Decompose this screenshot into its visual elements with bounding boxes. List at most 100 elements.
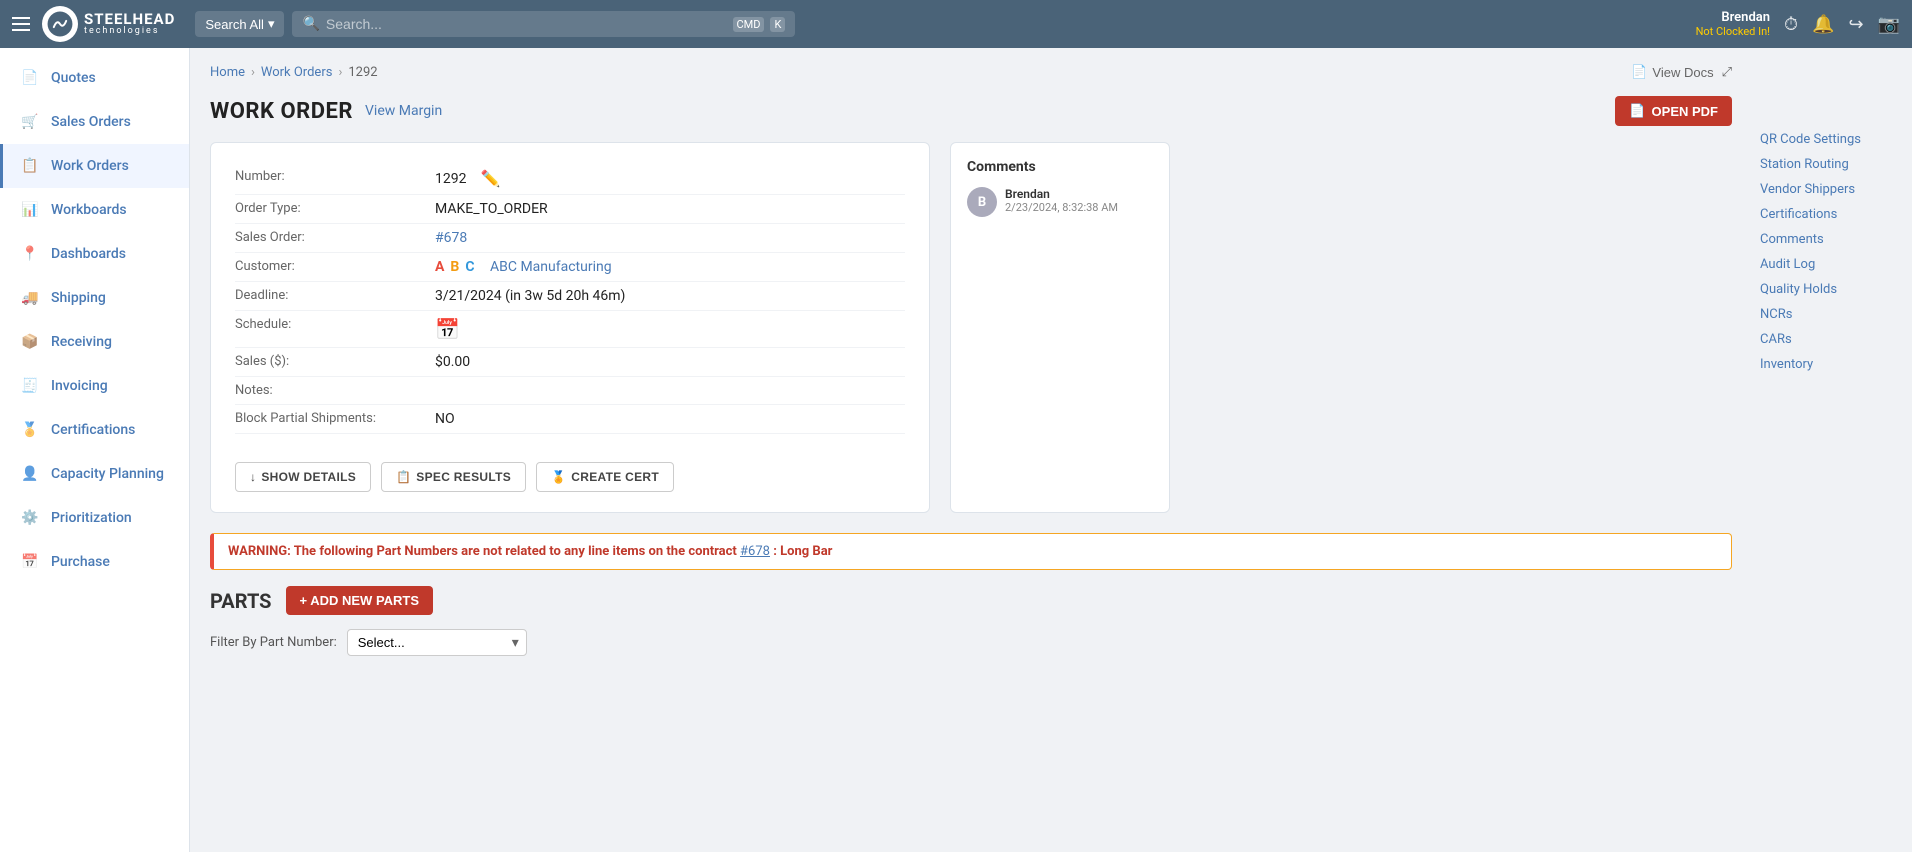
link-cars[interactable]: CARs	[1752, 328, 1912, 351]
warning-bar: WARNING: The following Part Numbers are …	[210, 533, 1732, 570]
wo-block: NO	[435, 411, 455, 427]
filter-label: Filter By Part Number:	[210, 635, 337, 650]
breadcrumb-home[interactable]: Home	[210, 65, 245, 80]
sales-order-link[interactable]: #678	[435, 230, 467, 246]
wo-deadline: 3/21/2024 (in 3w 5d 20h 46m)	[435, 288, 625, 304]
filter-row: Filter By Part Number: Select...	[210, 629, 1732, 656]
view-docs-button[interactable]: 📄 View Docs	[1631, 64, 1713, 80]
sidebar-item-prioritization[interactable]: ⚙️ Prioritization	[0, 496, 189, 540]
logo-text: STEELHEAD technologies	[84, 11, 175, 37]
sidebar-item-certifications[interactable]: 🏅 Certifications	[0, 408, 189, 452]
wo-sales: $0.00	[435, 354, 470, 370]
comment-time: 2/23/2024, 8:32:38 AM	[1005, 201, 1118, 214]
work-orders-icon: 📋	[19, 155, 41, 177]
logo: STEELHEAD technologies	[42, 6, 175, 42]
sidebar-item-dashboards[interactable]: 📍 Dashboards	[0, 232, 189, 276]
timer-icon[interactable]: ⏱	[1784, 14, 1798, 35]
link-qr-code-settings[interactable]: QR Code Settings	[1752, 128, 1912, 151]
search-box: 🔍 CMD K	[292, 11, 795, 37]
sidebar-item-capacity-planning[interactable]: 👤 Capacity Planning	[0, 452, 189, 496]
bell-icon[interactable]: 🔔	[1812, 14, 1834, 35]
sidebar-item-work-orders[interactable]: 📋 Work Orders	[0, 144, 189, 188]
wo-order-type: MAKE_TO_ORDER	[435, 201, 548, 217]
sidebar-item-sales-orders[interactable]: 🛒 Sales Orders	[0, 100, 189, 144]
comment-item: B Brendan 2/23/2024, 8:32:38 AM	[967, 187, 1153, 217]
breadcrumb-actions: 📄 View Docs ⤢	[1631, 64, 1732, 80]
user-name: Brendan	[1696, 10, 1770, 25]
app-body: 📄 Quotes 🛒 Sales Orders 📋 Work Orders 📊 …	[0, 48, 1912, 852]
wo-number: 1292	[435, 171, 466, 187]
warning-text-post: : Long Bar	[773, 544, 832, 559]
work-order-card: Number: 1292 ✏️ Order Type: MAKE_TO_ORDE…	[210, 142, 930, 513]
wo-actions: ↓ SHOW DETAILS 📋 SPEC RESULTS 🏅 CREATE C…	[235, 450, 905, 492]
sidebar-item-quotes[interactable]: 📄 Quotes	[0, 56, 189, 100]
wo-sales-order-row: Sales Order: #678	[235, 224, 905, 253]
create-cert-button[interactable]: 🏅 CREATE CERT	[536, 462, 674, 492]
link-inventory[interactable]: Inventory	[1752, 353, 1912, 376]
sidebar-item-shipping[interactable]: 🚚 Shipping	[0, 276, 189, 320]
add-parts-button[interactable]: + ADD NEW PARTS	[286, 586, 434, 615]
link-comments[interactable]: Comments	[1752, 228, 1912, 251]
breadcrumb-sep-2: ›	[338, 65, 342, 80]
customer-logo: A	[435, 259, 444, 275]
page-header: WORK ORDER View Margin 📄 OPEN PDF	[210, 96, 1732, 126]
search-all-button[interactable]: Search All ▾	[195, 11, 284, 37]
prioritization-icon: ⚙️	[19, 507, 41, 529]
parts-header: PARTS + ADD NEW PARTS	[210, 586, 1732, 615]
warning-text-pre: WARNING: The following Part Numbers are …	[228, 544, 740, 559]
nav-right: Brendan Not Clocked In! ⏱ 🔔 ↪ 📷	[1696, 10, 1900, 38]
link-certifications[interactable]: Certifications	[1752, 203, 1912, 226]
search-input[interactable]	[326, 16, 727, 32]
logout-icon[interactable]: ↪	[1848, 14, 1863, 35]
breadcrumb-work-orders[interactable]: Work Orders	[261, 65, 333, 80]
open-pdf-button[interactable]: 📄 OPEN PDF	[1615, 96, 1732, 126]
expand-icon[interactable]: ⤢	[1722, 65, 1732, 80]
dashboards-icon: 📍	[19, 243, 41, 265]
quotes-icon: 📄	[19, 67, 41, 89]
wo-sales-row: Sales ($): $0.00	[235, 348, 905, 377]
sidebar-item-receiving[interactable]: 📦 Receiving	[0, 320, 189, 364]
comment-author: Brendan	[1005, 187, 1118, 201]
shipping-icon: 🚚	[19, 287, 41, 309]
link-vendor-shippers[interactable]: Vendor Shippers	[1752, 178, 1912, 201]
capacity-planning-icon: 👤	[19, 463, 41, 485]
docs-icon: 📄	[1631, 64, 1647, 80]
certifications-icon: 🏅	[19, 419, 41, 441]
sidebar-item-workboards[interactable]: 📊 Workboards	[0, 188, 189, 232]
page-title: WORK ORDER	[210, 99, 353, 124]
show-details-button[interactable]: ↓ SHOW DETAILS	[235, 462, 371, 492]
customer-link[interactable]: ABC Manufacturing	[490, 259, 612, 275]
view-margin-link[interactable]: View Margin	[365, 103, 442, 119]
link-station-routing[interactable]: Station Routing	[1752, 153, 1912, 176]
logo-icon	[42, 6, 78, 42]
wo-customer-row: Customer: ABC ABC Manufacturing	[235, 253, 905, 282]
menu-toggle[interactable]	[12, 17, 30, 31]
calendar-icon[interactable]: 📅	[435, 317, 460, 341]
wo-order-type-row: Order Type: MAKE_TO_ORDER	[235, 195, 905, 224]
spec-icon: 📋	[396, 470, 411, 484]
comment-avatar: B	[967, 187, 997, 217]
wo-block-row: Block Partial Shipments: NO	[235, 405, 905, 434]
sidebar-item-purchase[interactable]: 📅 Purchase	[0, 540, 189, 584]
workboards-icon: 📊	[19, 199, 41, 221]
kbd-cmd: CMD	[733, 17, 765, 32]
link-audit-log[interactable]: Audit Log	[1752, 253, 1912, 276]
sidebar-item-invoicing[interactable]: 🧾 Invoicing	[0, 364, 189, 408]
link-ncrs[interactable]: NCRs	[1752, 303, 1912, 326]
wo-notes-row: Notes:	[235, 377, 905, 405]
brand-sub: technologies	[84, 27, 175, 37]
edit-icon[interactable]: ✏️	[480, 169, 500, 188]
warning-link[interactable]: #678	[740, 544, 770, 559]
link-quality-holds[interactable]: Quality Holds	[1752, 278, 1912, 301]
camera-icon[interactable]: 📷	[1878, 14, 1900, 35]
top-nav: STEELHEAD technologies Search All ▾ 🔍 CM…	[0, 0, 1912, 48]
comments-card: Comments B Brendan 2/23/2024, 8:32:38 AM	[950, 142, 1170, 513]
parts-title: PARTS	[210, 589, 272, 613]
part-number-select[interactable]: Select...	[347, 629, 527, 656]
right-sidebar: QR Code Settings Station Routing Vendor …	[1752, 48, 1912, 852]
breadcrumb-sep-1: ›	[251, 65, 255, 80]
user-info: Brendan Not Clocked In!	[1696, 10, 1770, 38]
chevron-down-icon: ▾	[268, 16, 275, 32]
search-area: Search All ▾ 🔍 CMD K	[195, 11, 795, 37]
spec-results-button[interactable]: 📋 SPEC RESULTS	[381, 462, 526, 492]
